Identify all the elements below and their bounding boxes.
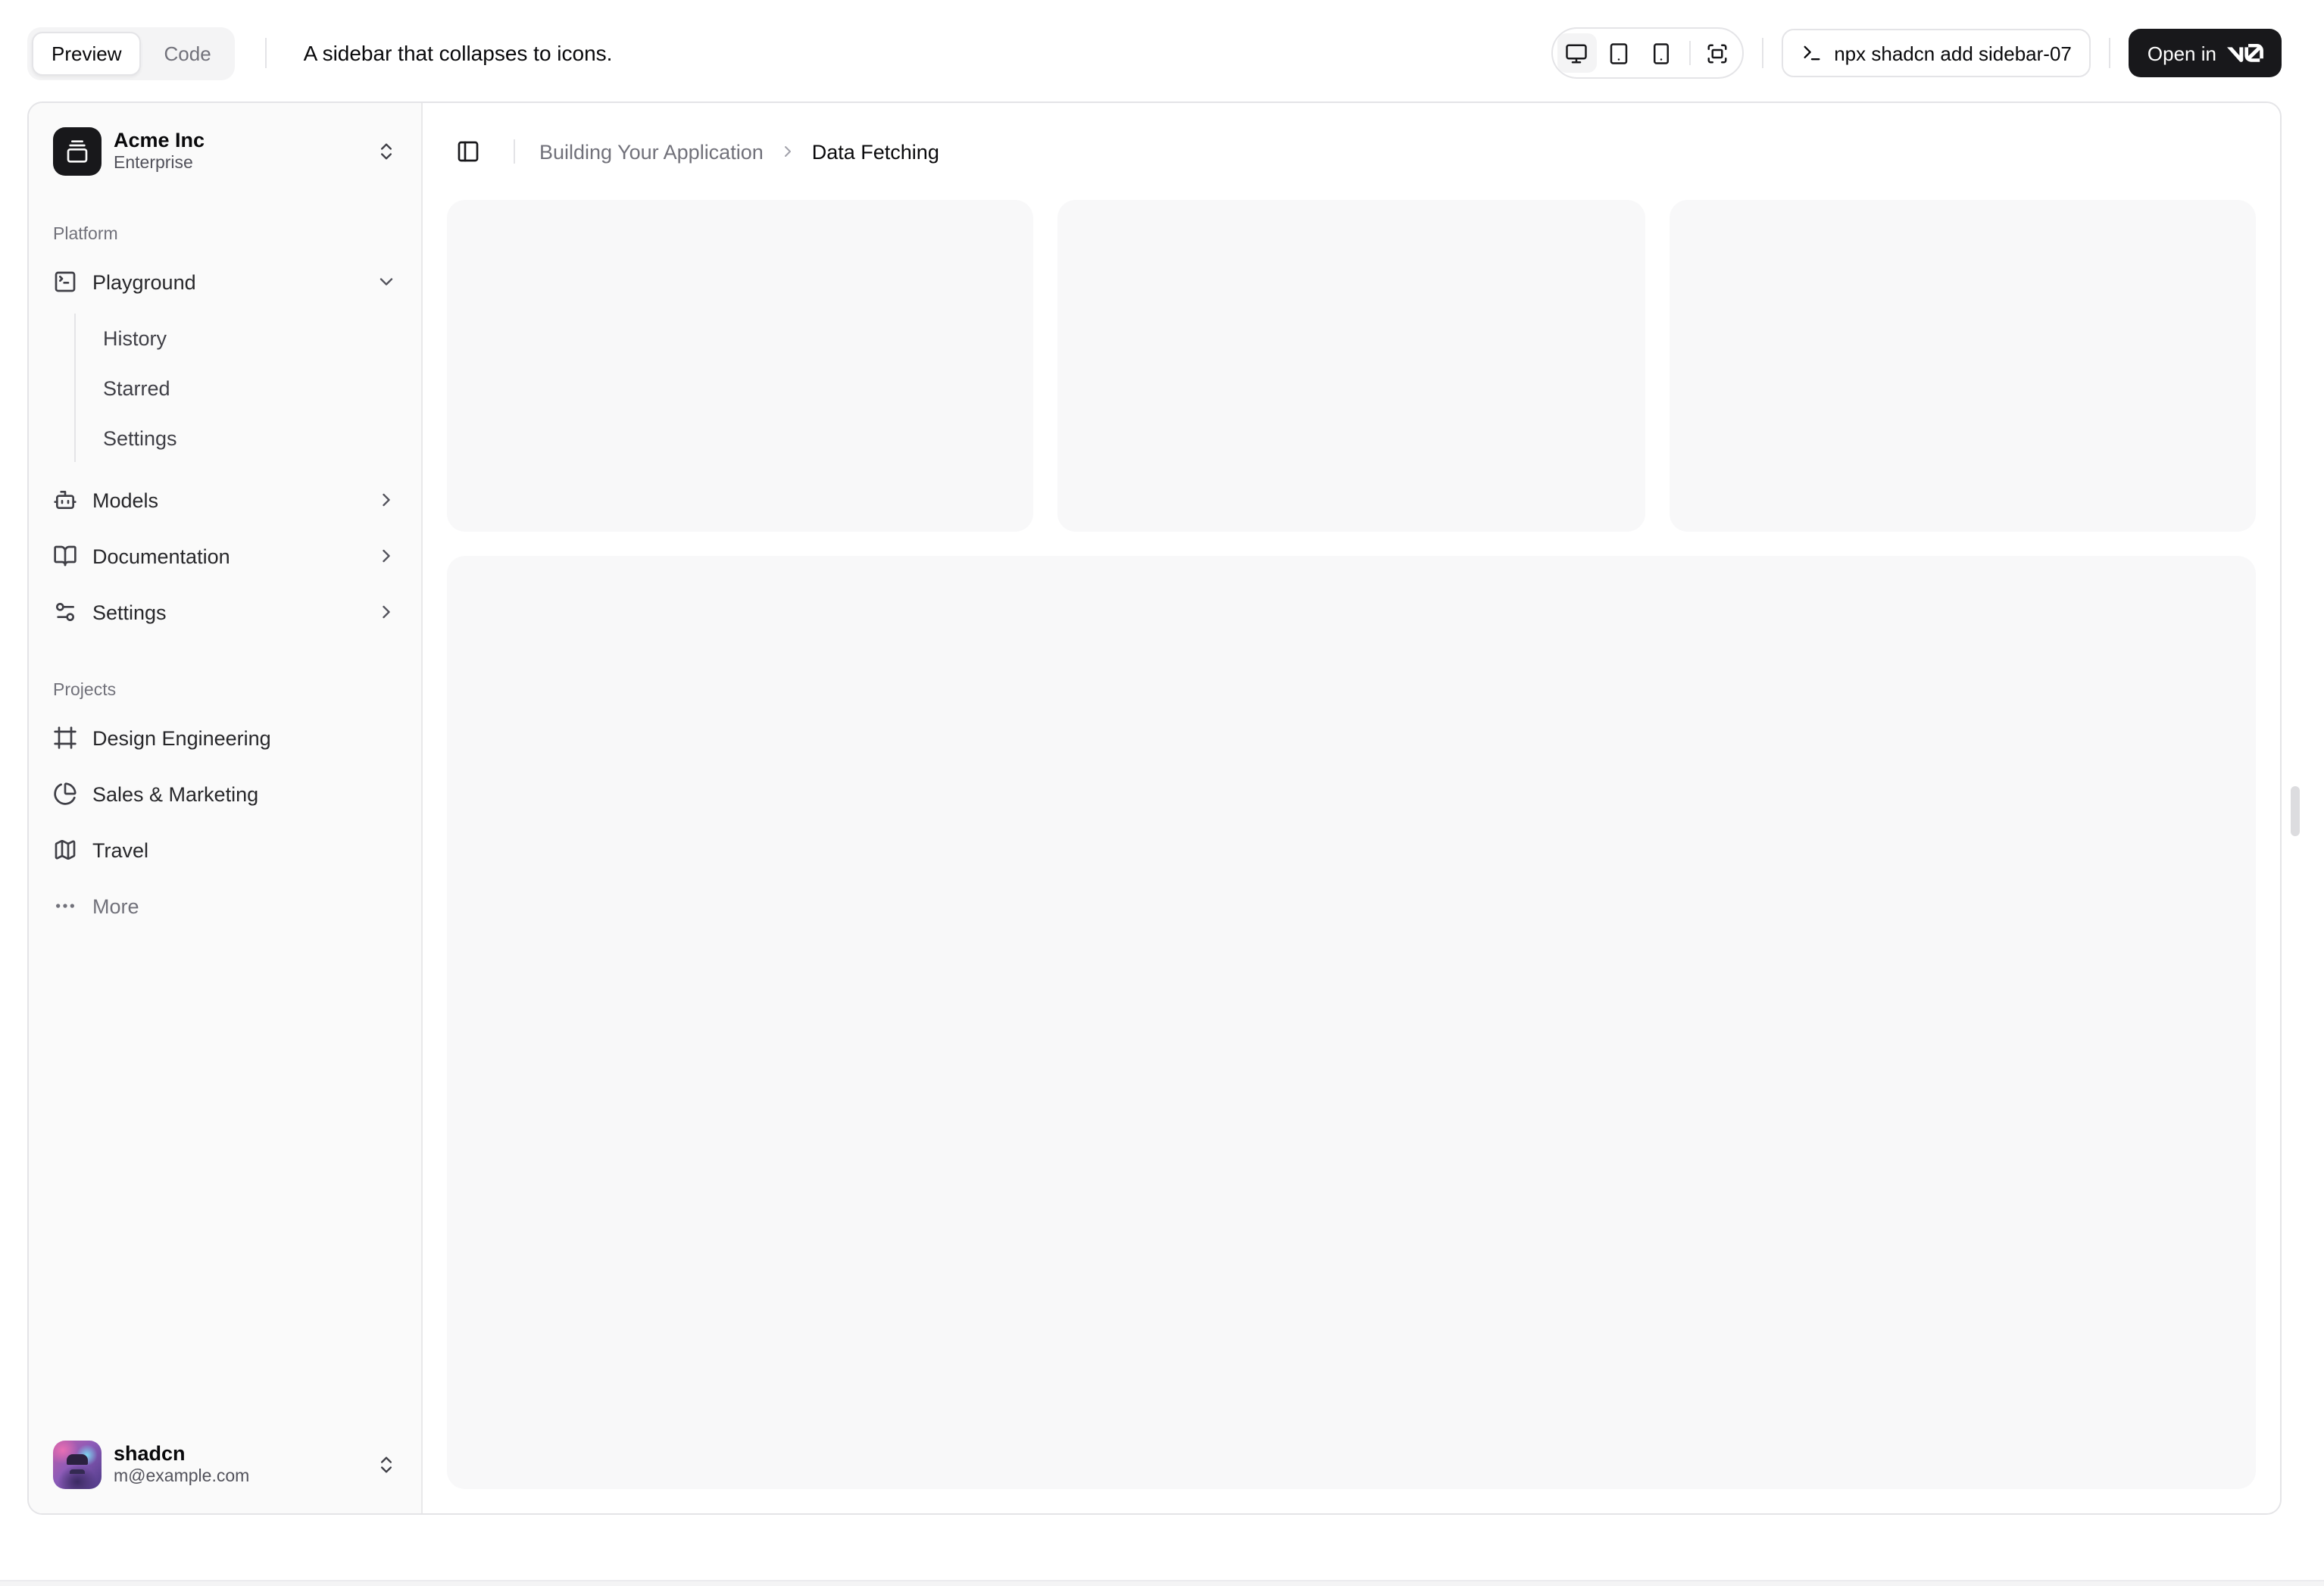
sidebar: Acme Inc Enterprise Platform Playground <box>29 103 423 1513</box>
item-label: Playground <box>92 270 196 293</box>
team-name: Acme Inc <box>114 128 205 151</box>
breadcrumb: Building Your Application Data Fetching <box>539 140 939 163</box>
map-icon <box>53 838 77 862</box>
main-header: Building Your Application Data Fetching <box>423 103 2280 200</box>
avatar <box>53 1441 102 1489</box>
item-label: Design Engineering <box>92 726 271 749</box>
square-terminal-icon <box>53 270 77 294</box>
component-description: A sidebar that collapses to icons. <box>303 41 613 65</box>
placeholder-card-row <box>447 200 2256 532</box>
item-label: More <box>92 894 139 917</box>
breadcrumb-parent[interactable]: Building Your Application <box>539 140 764 163</box>
device-size-toggle <box>1551 27 1744 79</box>
group-label: Projects <box>53 682 117 700</box>
team-switcher[interactable]: Acme Inc Enterprise <box>41 115 409 188</box>
placeholder-card <box>447 200 1034 532</box>
sidebar-item-travel[interactable]: Travel <box>41 826 409 874</box>
view-tabs: Preview Code <box>27 27 236 80</box>
divider <box>514 139 515 164</box>
item-label: Documentation <box>92 545 230 567</box>
chevron-right-icon <box>376 601 397 623</box>
toolbar-right: npx shadcn add sidebar-07 Open in <box>1551 27 2282 79</box>
gallery-vertical-end-icon <box>65 139 89 164</box>
item-label: Models <box>92 489 159 511</box>
user-name: shadcn <box>114 1441 186 1464</box>
sidebar-subitem-history[interactable]: History <box>91 317 409 359</box>
book-open-icon <box>53 544 77 568</box>
tab-preview[interactable]: Preview <box>32 31 142 75</box>
sidebar-item-design-engineering[interactable]: Design Engineering <box>41 713 409 762</box>
item-label: Settings <box>92 601 167 623</box>
sidebar-item-models[interactable]: Models <box>41 476 409 524</box>
chevron-down-icon <box>376 271 397 292</box>
mobile-view-button[interactable] <box>1641 33 1681 73</box>
user-menu[interactable]: shadcn m@example.com <box>41 1428 409 1501</box>
fullscreen-button[interactable] <box>1698 33 1737 73</box>
nav-group-projects: Projects Design Engineering Sales & Mark… <box>41 656 409 950</box>
panel-left-icon <box>456 139 480 164</box>
sidebar-footer: shadcn m@example.com <box>41 1428 409 1501</box>
sidebar-toggle-button[interactable] <box>447 130 489 173</box>
tablet-view-button[interactable] <box>1599 33 1638 73</box>
fullscreen-icon <box>1706 42 1729 64</box>
bot-icon <box>53 488 77 512</box>
placeholder-panel <box>447 556 2256 1489</box>
toolbar: Preview Code A sidebar that collapses to… <box>0 0 2324 80</box>
breadcrumb-current: Data Fetching <box>811 140 939 163</box>
divider <box>265 38 267 68</box>
item-label: Travel <box>92 838 149 861</box>
v0-logo-icon <box>2227 44 2263 62</box>
team-plan: Enterprise <box>114 154 193 173</box>
divider <box>2109 38 2111 68</box>
tab-code[interactable]: Code <box>145 31 231 75</box>
playground-submenu: History Starred Settings <box>74 314 409 462</box>
sidebar-subitem-settings[interactable]: Settings <box>91 417 409 459</box>
item-label: Sales & Marketing <box>92 782 259 805</box>
terminal-icon <box>1801 42 1822 64</box>
chevron-right-icon <box>376 489 397 510</box>
chevrons-up-down-icon <box>376 1454 397 1475</box>
monitor-icon <box>1565 42 1588 64</box>
settings-sliders-icon <box>53 600 77 624</box>
sidebar-nav: Platform Playground History Starred Sett… <box>41 188 409 1428</box>
desktop-view-button[interactable] <box>1557 33 1597 73</box>
content-area <box>423 200 2280 1513</box>
frame-icon <box>53 726 77 750</box>
placeholder-card <box>1057 200 1645 532</box>
sidebar-item-more[interactable]: More <box>41 882 409 930</box>
team-logo <box>53 127 102 176</box>
pie-chart-icon <box>53 782 77 806</box>
sidebar-subitem-starred[interactable]: Starred <box>91 367 409 409</box>
chevron-right-icon <box>376 545 397 567</box>
sidebar-item-documentation[interactable]: Documentation <box>41 532 409 580</box>
main-content: Building Your Application Data Fetching <box>423 103 2280 1513</box>
component-preview-page: Preview Code A sidebar that collapses to… <box>0 0 2324 1586</box>
placeholder-card <box>1669 200 2256 532</box>
smartphone-icon <box>1650 42 1673 64</box>
sidebar-item-playground[interactable]: Playground <box>41 258 409 306</box>
divider <box>1761 38 1763 68</box>
page-scrollbar-thumb[interactable] <box>2291 786 2300 836</box>
sidebar-item-sales-marketing[interactable]: Sales & Marketing <box>41 770 409 818</box>
nav-group-platform: Platform Playground History Starred Sett… <box>41 200 409 656</box>
user-email: m@example.com <box>114 1467 250 1486</box>
ellipsis-icon <box>53 894 77 918</box>
copy-command-button[interactable]: npx shadcn add sidebar-07 <box>1781 29 2091 77</box>
next-section-edge <box>0 1580 2324 1586</box>
breadcrumb-separator-icon <box>779 142 797 161</box>
divider <box>1688 41 1691 65</box>
sidebar-demo-preview: Acme Inc Enterprise Platform Playground <box>27 101 2282 1515</box>
open-in-v0-button[interactable]: Open in <box>2129 29 2282 77</box>
command-text: npx shadcn add sidebar-07 <box>1834 42 2072 64</box>
open-in-label: Open in <box>2147 42 2216 64</box>
chevrons-up-down-icon <box>376 141 397 162</box>
group-label: Platform <box>53 226 118 244</box>
tablet-icon <box>1607 42 1630 64</box>
sidebar-item-settings[interactable]: Settings <box>41 588 409 636</box>
